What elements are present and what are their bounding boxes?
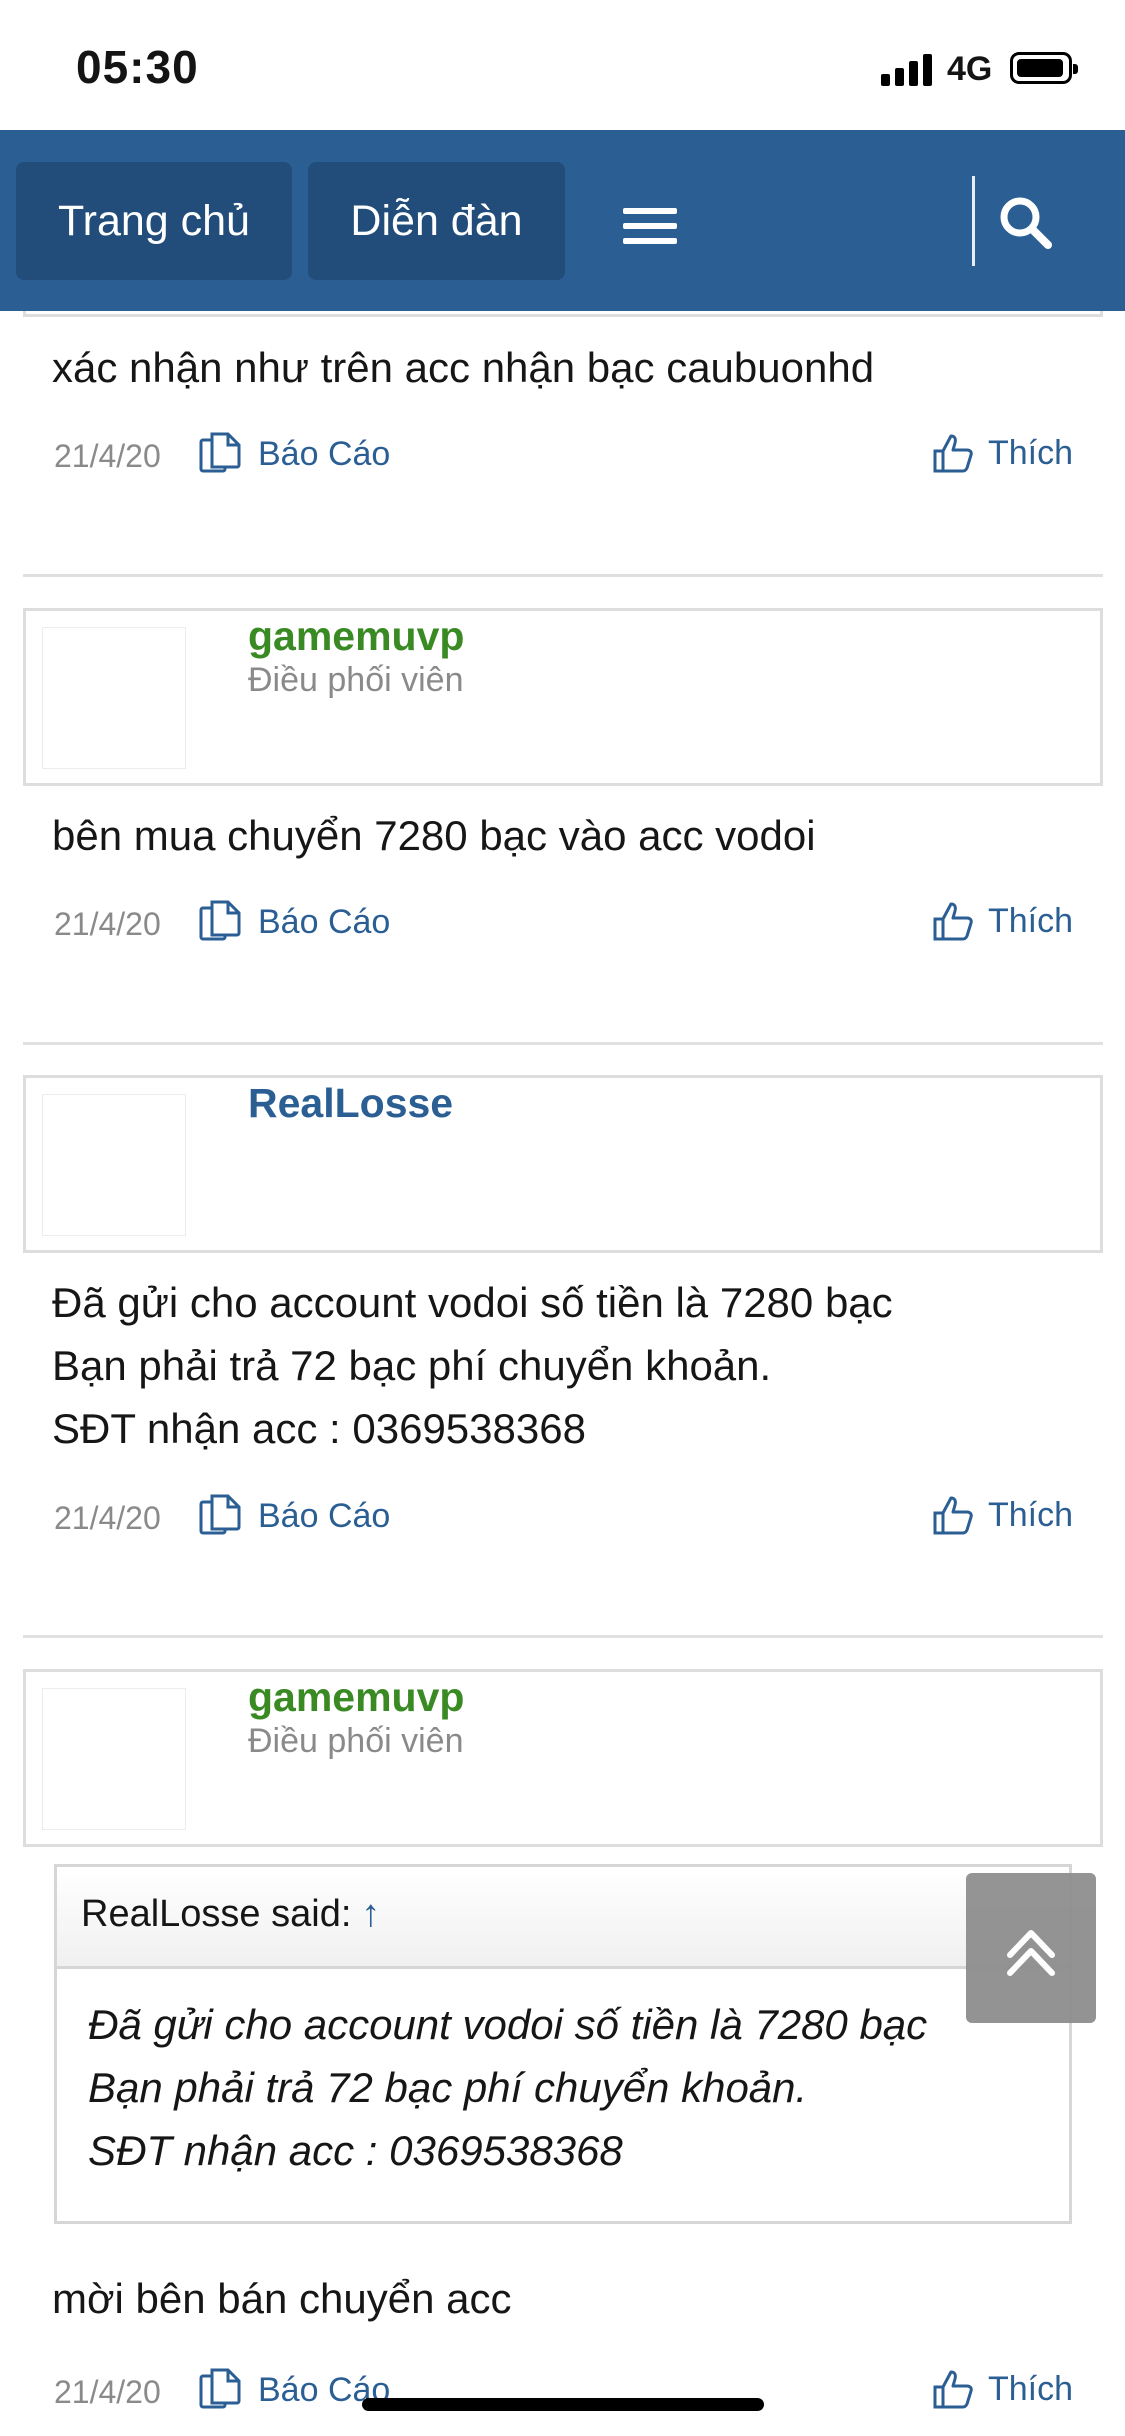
quote-text: Đã gửi cho account vodoi số tiền là 7280… bbox=[88, 2001, 928, 2174]
quote-author: RealLosse said: bbox=[81, 1893, 352, 1935]
report-label: Báo Cáo bbox=[258, 1496, 391, 1535]
username[interactable]: gamemuvp bbox=[248, 613, 464, 660]
like-button[interactable]: Thích bbox=[932, 2367, 1073, 2411]
like-button[interactable]: Thích bbox=[932, 899, 1073, 943]
post-message: xác nhận như trên acc nhận bạc caubuonhd bbox=[52, 344, 875, 391]
navbar: Trang chủ Diễn đàn bbox=[0, 130, 1125, 311]
user-role: Điều phối viên bbox=[248, 661, 464, 699]
post-message: mời bên bán chuyển acc bbox=[52, 2275, 512, 2322]
user-box: gamemuvp Điều phối viên bbox=[23, 608, 1103, 786]
user-box bbox=[23, 311, 1103, 317]
user-role: Điều phối viên bbox=[248, 1722, 464, 1760]
post-separator bbox=[23, 1635, 1103, 1638]
report-button[interactable]: Báo Cáo bbox=[198, 1493, 390, 1539]
nav-forum-button[interactable]: Diễn đàn bbox=[308, 162, 565, 280]
quote-block: RealLosse said: ↑ Đã gửi cho account vodo… bbox=[54, 1864, 1072, 2224]
post-separator bbox=[23, 1042, 1103, 1045]
status-bar: 05:30 4G bbox=[0, 0, 1125, 130]
report-icon bbox=[199, 1494, 241, 1535]
report-icon bbox=[199, 2368, 241, 2409]
report-icon bbox=[199, 900, 241, 941]
menu-icon[interactable] bbox=[623, 208, 677, 244]
username[interactable]: RealLosse bbox=[248, 1080, 453, 1127]
username[interactable]: gamemuvp bbox=[248, 1674, 464, 1721]
post-separator bbox=[23, 574, 1103, 577]
search-icon[interactable] bbox=[995, 192, 1055, 252]
report-button[interactable]: Báo Cáo bbox=[198, 431, 390, 477]
report-icon bbox=[199, 432, 241, 473]
post-date[interactable]: 21/4/20 bbox=[54, 438, 161, 475]
battery-icon bbox=[1010, 52, 1078, 84]
like-label: Thích bbox=[988, 2369, 1074, 2408]
like-button[interactable]: Thích bbox=[932, 1493, 1073, 1537]
thread-content: xác nhận như trên acc nhận bạc caubuonhd… bbox=[0, 311, 1125, 2436]
report-button[interactable]: Báo Cáo bbox=[198, 899, 390, 945]
thumbs-up-icon bbox=[933, 902, 973, 941]
avatar[interactable] bbox=[42, 1688, 186, 1830]
quote-jump-arrow-icon[interactable]: ↑ bbox=[361, 1893, 380, 1935]
report-label: Báo Cáo bbox=[258, 902, 391, 941]
quote-header: RealLosse said: ↑ bbox=[57, 1867, 1069, 1969]
scroll-to-top-button[interactable] bbox=[966, 1873, 1096, 2023]
network-type: 4G bbox=[947, 50, 993, 88]
user-box: gamemuvp Điều phối viên bbox=[23, 1669, 1103, 1847]
post-date[interactable]: 21/4/20 bbox=[54, 1500, 161, 1537]
like-label: Thích bbox=[988, 1495, 1074, 1534]
signal-icon bbox=[881, 52, 935, 86]
thumbs-up-icon bbox=[933, 434, 973, 473]
like-button[interactable]: Thích bbox=[932, 431, 1073, 475]
double-chevron-up-icon bbox=[1007, 1930, 1055, 1976]
user-box: RealLosse bbox=[23, 1075, 1103, 1253]
post-date[interactable]: 21/4/20 bbox=[54, 2374, 161, 2411]
like-label: Thích bbox=[988, 901, 1074, 940]
nav-home-button[interactable]: Trang chủ bbox=[16, 162, 292, 280]
thumbs-up-icon bbox=[933, 2370, 973, 2409]
status-time: 05:30 bbox=[76, 41, 199, 93]
post-message: Đã gửi cho account vodoi số tiền là 7280… bbox=[52, 1279, 893, 1452]
report-label: Báo Cáo bbox=[258, 434, 391, 473]
post-date[interactable]: 21/4/20 bbox=[54, 906, 161, 943]
post-message: bên mua chuyển 7280 bạc vào acc vodoi bbox=[52, 812, 816, 859]
avatar[interactable] bbox=[42, 627, 186, 769]
avatar[interactable] bbox=[42, 1094, 186, 1236]
like-label: Thích bbox=[988, 433, 1074, 472]
thumbs-up-icon bbox=[933, 1496, 973, 1535]
nav-divider bbox=[972, 176, 975, 266]
home-indicator[interactable] bbox=[362, 2398, 764, 2411]
